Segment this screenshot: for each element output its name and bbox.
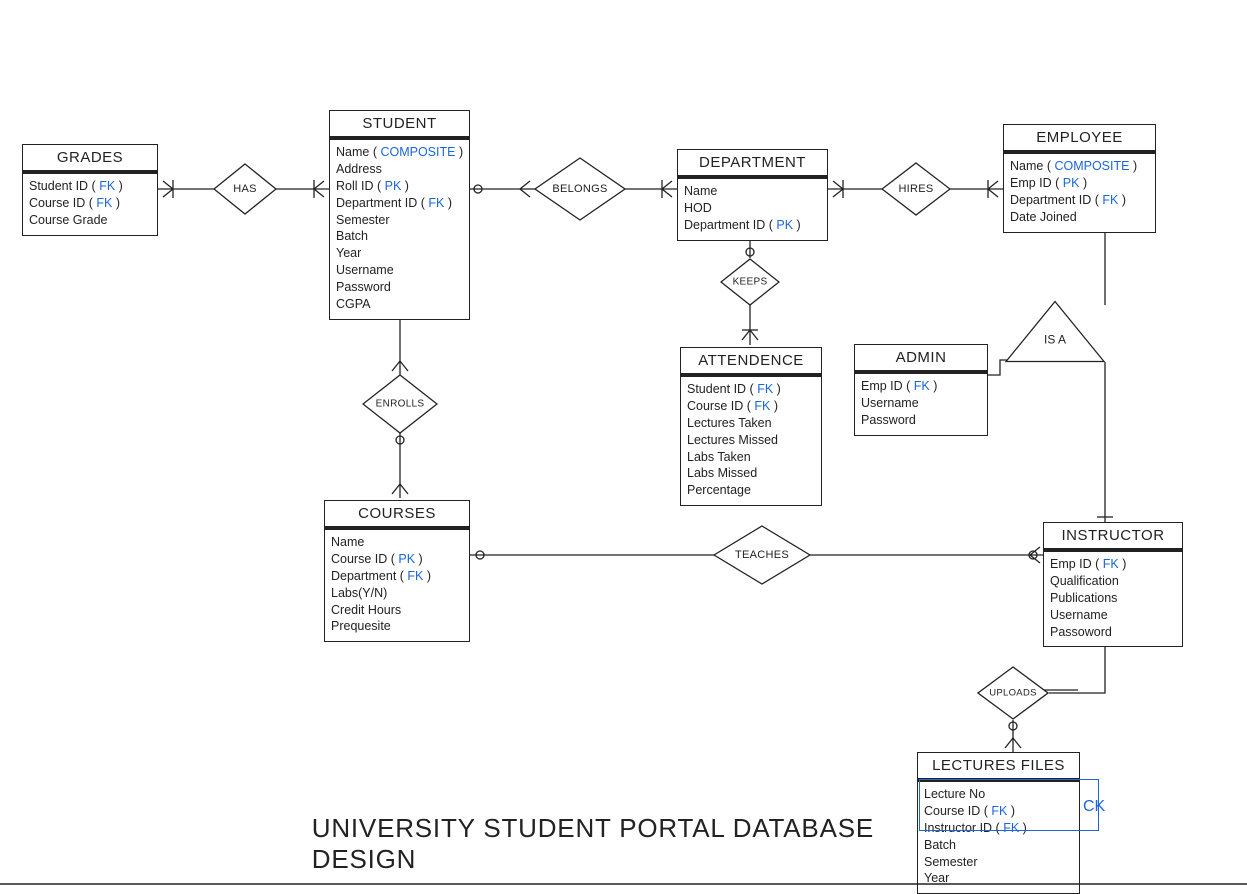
rel-label: TEACHES [735, 549, 789, 561]
entity-attrs: Name ( COMPOSITE )Emp ID ( PK )Departmen… [1004, 153, 1155, 232]
entity-title: ADMIN [855, 345, 987, 373]
rel-belongs: BELONGS [534, 157, 626, 221]
entity-attrs: NameCourse ID ( PK )Department ( FK )Lab… [325, 529, 469, 641]
rel-label: HAS [233, 183, 257, 195]
entity-attrs: Emp ID ( FK )QualificationPublicationsUs… [1044, 551, 1182, 646]
attribute-row: Year [336, 245, 463, 262]
attribute-row: Year [924, 870, 1073, 887]
ck-label: CK [1083, 798, 1105, 816]
attribute-row: HOD [684, 200, 821, 217]
entity-title: ATTENDENCE [681, 348, 821, 376]
attribute-row: Batch [924, 837, 1073, 854]
attribute-row: Lectures Missed [687, 432, 815, 449]
attribute-row: Course Grade [29, 212, 151, 229]
attribute-row: Department ID ( FK ) [1010, 192, 1149, 209]
rel-enrolls: ENROLLS [362, 374, 438, 434]
rel-label: UPLOADS [989, 688, 1037, 699]
rel-uploads: UPLOADS [977, 666, 1049, 720]
entity-title: EMPLOYEE [1004, 125, 1155, 153]
entity-admin: ADMIN Emp ID ( FK )UsernamePassword [854, 344, 988, 436]
attribute-row: Labs Taken [687, 449, 815, 466]
attribute-row: Department ID ( FK ) [336, 195, 463, 212]
attribute-row: Course ID ( PK ) [331, 551, 463, 568]
rel-label: BELONGS [552, 183, 607, 195]
attribute-row: Student ID ( FK ) [687, 381, 815, 398]
entity-attendence: ATTENDENCE Student ID ( FK )Course ID ( … [680, 347, 822, 506]
attribute-row: Name [684, 183, 821, 200]
attribute-row: Percentage [687, 482, 815, 499]
attribute-row: Password [336, 279, 463, 296]
attribute-row: Username [336, 262, 463, 279]
entity-title: COURSES [325, 501, 469, 529]
attribute-row: Lectures Taken [687, 415, 815, 432]
attribute-row: Credit Hours [331, 602, 463, 619]
attribute-row: Department ID ( PK ) [684, 217, 821, 234]
entity-attrs: Emp ID ( FK )UsernamePassword [855, 373, 987, 435]
entity-employee: EMPLOYEE Name ( COMPOSITE )Emp ID ( PK )… [1003, 124, 1156, 233]
attribute-row: Qualification [1050, 573, 1176, 590]
attribute-row: Labs Missed [687, 465, 815, 482]
rel-teaches: TEACHES [713, 525, 811, 585]
attribute-row: Roll ID ( PK ) [336, 178, 463, 195]
rel-label: HIRES [898, 183, 933, 195]
rel-label: IS A [1044, 332, 1066, 346]
entity-attrs: Student ID ( FK )Course ID ( FK )Lecture… [681, 376, 821, 505]
rel-label: ENROLLS [376, 399, 425, 410]
attribute-row: Course ID ( FK ) [687, 398, 815, 415]
rel-isa: IS A [1005, 301, 1105, 368]
attribute-row: Name ( COMPOSITE ) [1010, 158, 1149, 175]
ck-box [919, 779, 1099, 831]
entity-attrs: Name ( COMPOSITE )AddressRoll ID ( PK )D… [330, 139, 469, 319]
entity-department: DEPARTMENT NameHODDepartment ID ( PK ) [677, 149, 828, 241]
attribute-row: CGPA [336, 296, 463, 313]
rel-hires: HIRES [881, 162, 951, 216]
attribute-row: Labs(Y/N) [331, 585, 463, 602]
attribute-row: Course ID ( FK ) [29, 195, 151, 212]
rel-label: KEEPS [733, 277, 768, 288]
attribute-row: Emp ID ( PK ) [1010, 175, 1149, 192]
attribute-row: Username [1050, 607, 1176, 624]
attribute-row: Emp ID ( FK ) [1050, 556, 1176, 573]
attribute-row: Emp ID ( FK ) [861, 378, 981, 395]
entity-grades: GRADES Student ID ( FK )Course ID ( FK )… [22, 144, 158, 236]
attribute-row: Password [861, 412, 981, 429]
entity-attrs: NameHODDepartment ID ( PK ) [678, 178, 827, 240]
attribute-row: Date Joined [1010, 209, 1149, 226]
attribute-row: Publications [1050, 590, 1176, 607]
attribute-row: Student ID ( FK ) [29, 178, 151, 195]
entity-title: GRADES [23, 145, 157, 173]
entity-courses: COURSES NameCourse ID ( PK )Department (… [324, 500, 470, 642]
er-diagram-canvas: GRADES Student ID ( FK )Course ID ( FK )… [0, 0, 1247, 889]
entity-title: DEPARTMENT [678, 150, 827, 178]
entity-student: STUDENT Name ( COMPOSITE )AddressRoll ID… [329, 110, 470, 320]
entity-title: STUDENT [330, 111, 469, 139]
attribute-row: Prequesite [331, 618, 463, 635]
entity-attrs: Student ID ( FK )Course ID ( FK )Course … [23, 173, 157, 235]
attribute-row: Semester [336, 212, 463, 229]
attribute-row: Address [336, 161, 463, 178]
attribute-row: Passoword [1050, 624, 1176, 641]
diagram-title: UNIVERSITY STUDENT PORTAL DATABASE DESIG… [312, 813, 936, 875]
rel-keeps: KEEPS [720, 258, 780, 306]
attribute-row: Username [861, 395, 981, 412]
rel-has: HAS [213, 163, 277, 215]
attribute-row: Name [331, 534, 463, 551]
attribute-row: Semester [924, 854, 1073, 871]
attribute-row: Batch [336, 228, 463, 245]
entity-title: LECTURES FILES [918, 753, 1079, 781]
attribute-row: Name ( COMPOSITE ) [336, 144, 463, 161]
entity-instructor: INSTRUCTOR Emp ID ( FK )QualificationPub… [1043, 522, 1183, 647]
attribute-row: Department ( FK ) [331, 568, 463, 585]
entity-title: INSTRUCTOR [1044, 523, 1182, 551]
